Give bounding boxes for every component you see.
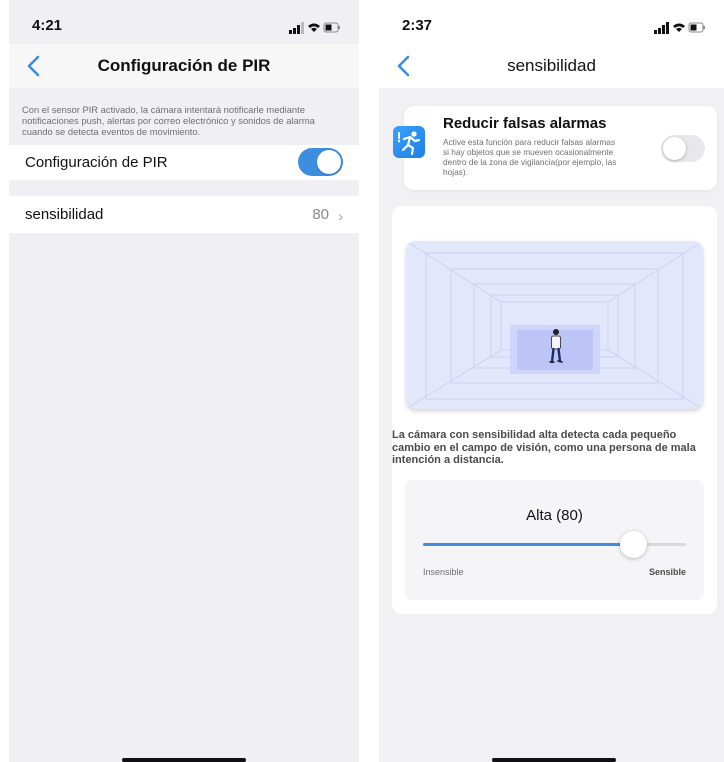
sensitivity-value: 80 <box>312 206 329 223</box>
page-title: Configuración de PIR <box>97 56 271 75</box>
slider-min-label: Insensible <box>423 567 464 577</box>
sensitivity-slider-panel: Alta (80) Insensible Sensible <box>405 480 704 600</box>
sensitivity-label: sensibilidad <box>25 206 104 223</box>
false-alarm-card: Reducir falsas alarmas Active esta funci… <box>393 106 717 190</box>
wifi-icon <box>308 23 320 32</box>
sensitivity-slider-thumb[interactable] <box>620 531 648 558</box>
toggle-knob <box>663 137 686 160</box>
back-chevron-icon[interactable] <box>23 54 47 78</box>
pir-settings-screen: 4:21 Configuración de PIR Con el sensor … <box>9 0 359 762</box>
status-icons <box>289 22 340 34</box>
status-icons <box>654 22 705 34</box>
nav-bar: sensibilidad <box>379 44 724 88</box>
sensitivity-screen: 2:37 sensibilidad Reducir falsas alarmas… <box>379 0 724 762</box>
status-time: 4:21 <box>32 17 63 34</box>
chevron-right-icon: › <box>338 208 343 224</box>
home-indicator <box>122 758 246 762</box>
sensitivity-card: La cámara con sensibilidad alta detecta … <box>392 206 717 614</box>
status-bar: 4:21 <box>9 0 359 44</box>
slider-max-label: Sensible <box>648 567 686 577</box>
nav-bar: Configuración de PIR <box>9 44 359 88</box>
signal-icon <box>289 22 304 34</box>
pir-description: Con el sensor PIR activado, la cámara in… <box>22 104 315 137</box>
running-person-icon <box>393 126 425 158</box>
false-alarm-title: Reducir falsas alarmas <box>443 115 607 132</box>
slider-value-label: Alta (80) <box>526 507 583 524</box>
pir-toggle[interactable] <box>298 148 343 176</box>
status-bar: 2:37 <box>379 0 724 44</box>
false-alarm-description: Active esta función para reducir falsas … <box>443 137 617 177</box>
sensitivity-slider-track[interactable] <box>423 531 686 558</box>
pir-setting-row: Configuración de PIR <box>9 145 359 180</box>
battery-icon <box>323 22 340 33</box>
slider-fill <box>423 543 634 546</box>
toggle-knob <box>317 150 341 174</box>
corridor-person-illustration <box>406 241 703 409</box>
wifi-icon <box>673 23 685 32</box>
sensitivity-row[interactable]: sensibilidad 80 › <box>9 196 359 233</box>
battery-icon <box>688 22 705 33</box>
sensitivity-explanation: La cámara con sensibilidad alta detecta … <box>392 429 696 466</box>
back-chevron-icon[interactable] <box>393 54 417 78</box>
home-indicator <box>492 758 616 762</box>
page-title: sensibilidad <box>507 56 596 75</box>
signal-icon <box>654 22 669 34</box>
status-time: 2:37 <box>402 17 433 34</box>
pir-setting-label: Configuración de PIR <box>25 154 168 171</box>
false-alarm-toggle[interactable] <box>661 135 705 162</box>
